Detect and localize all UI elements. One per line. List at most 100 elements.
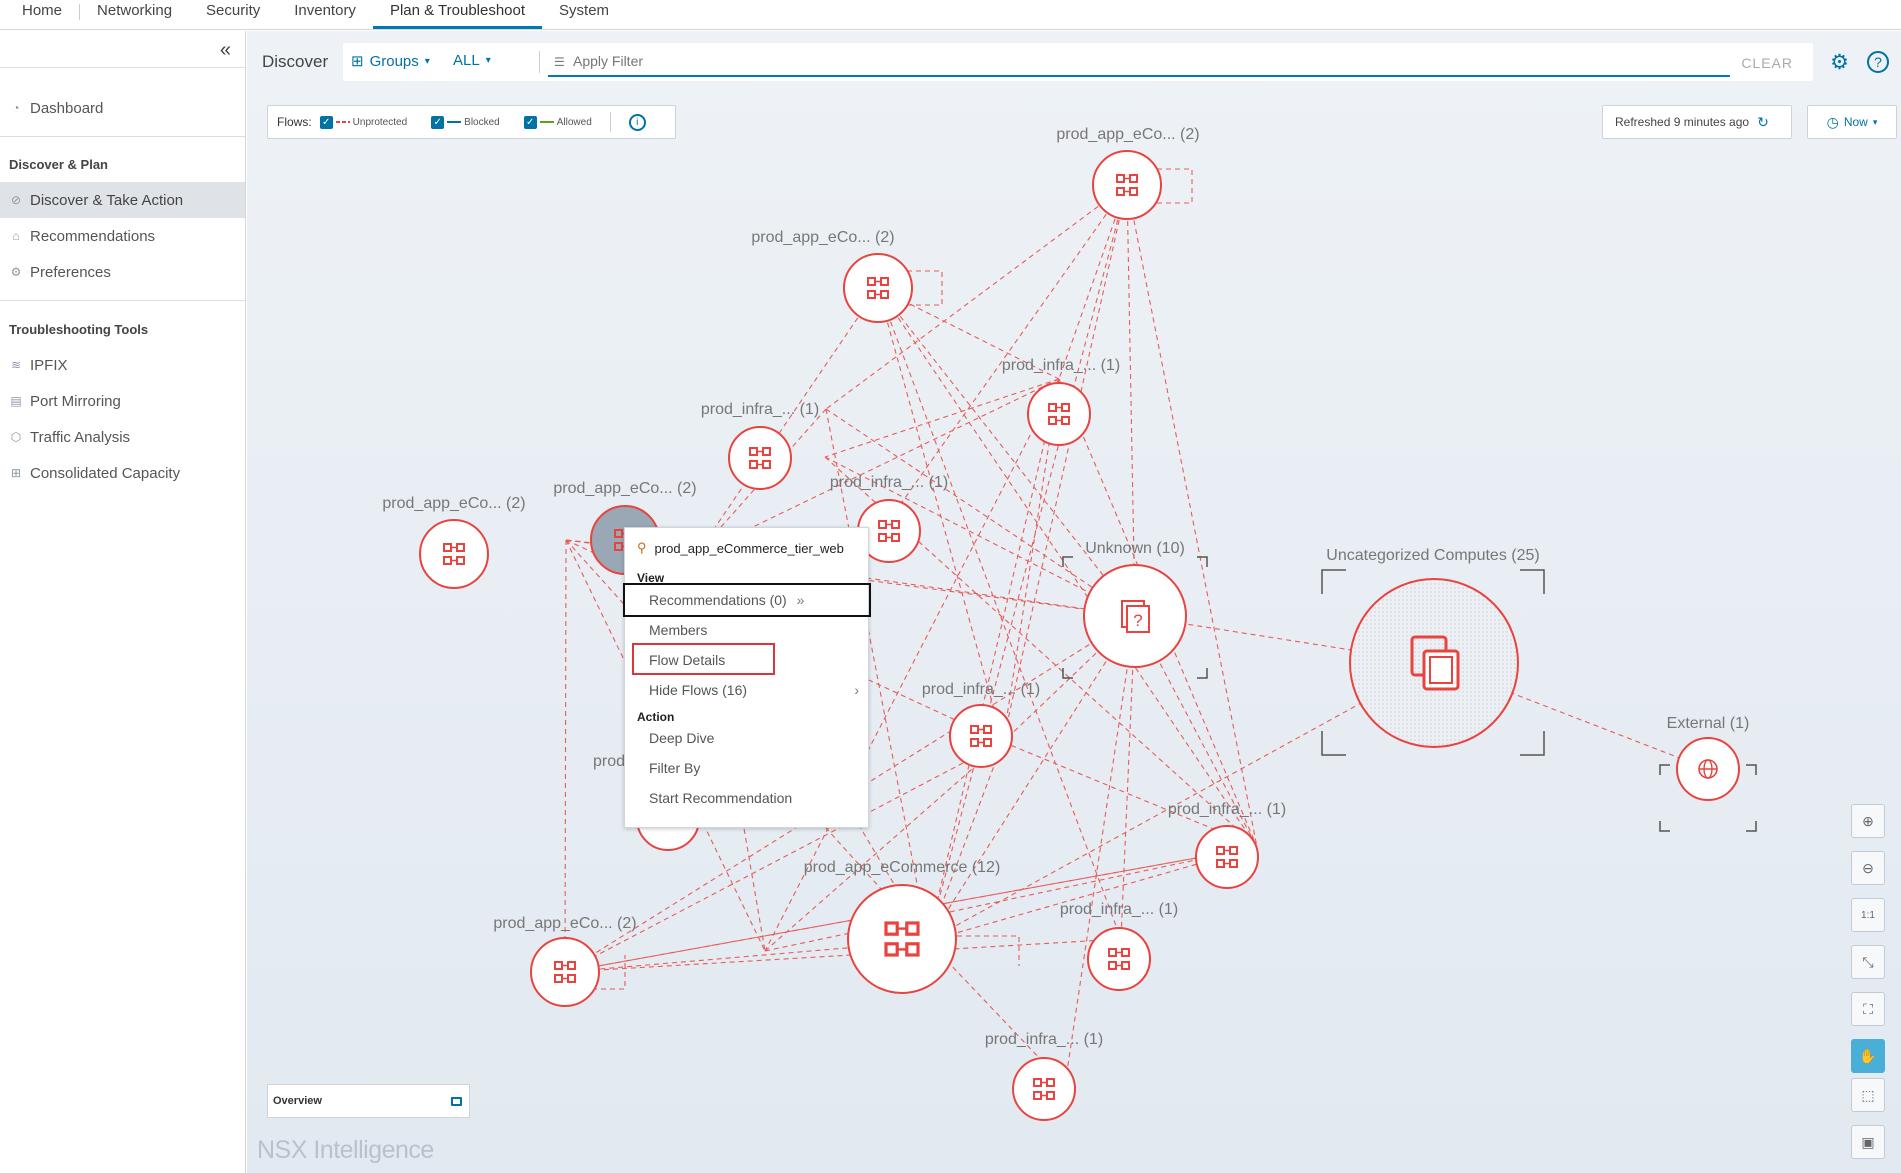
sidebar-item-recommendations[interactable]: ⌂ Recommendations bbox=[0, 218, 245, 254]
blocked-filter[interactable]: ✓ Blocked bbox=[431, 115, 500, 129]
flow-graph[interactable]: ? bbox=[247, 31, 1901, 1173]
tab-inventory[interactable]: Inventory bbox=[277, 0, 373, 29]
group-node-infra-7[interactable] bbox=[1012, 1057, 1076, 1121]
menu-item-filter-by[interactable]: Filter By bbox=[649, 760, 700, 776]
tab-plan-troubleshoot[interactable]: Plan & Troubleshoot bbox=[372, 0, 543, 29]
port-mirroring-icon: ▤ bbox=[10, 394, 22, 408]
group-node-ecommerce[interactable] bbox=[847, 884, 957, 994]
info-icon[interactable]: i bbox=[628, 113, 646, 131]
preferences-icon: ⚙ bbox=[10, 265, 22, 279]
group-node-unknown[interactable]: ? bbox=[1083, 564, 1187, 668]
expand-overview-icon[interactable] bbox=[451, 1097, 462, 1106]
actual-size-icon[interactable]: 1:1 bbox=[1851, 898, 1885, 932]
blocked-label: Blocked bbox=[464, 116, 500, 128]
allowed-label: Allowed bbox=[556, 116, 592, 128]
refresh-icon: ↻ bbox=[1757, 113, 1769, 130]
menu-item-members[interactable]: Members bbox=[649, 622, 707, 638]
checkbox-checked-icon[interactable]: ✓ bbox=[431, 115, 445, 129]
group-node-top[interactable] bbox=[1092, 150, 1162, 220]
node-label: External (1) bbox=[1666, 715, 1750, 732]
flows-legend: Flows: ✓ Unprotected ✓ Blocked ✓ Allowed… bbox=[267, 105, 676, 139]
blocked-line bbox=[447, 121, 462, 123]
sidebar-item-label: Recommendations bbox=[30, 227, 156, 245]
double-chevron-left-icon[interactable]: « bbox=[220, 39, 231, 62]
tab-home[interactable]: Home bbox=[0, 0, 79, 29]
groups-icon: ⊞ bbox=[351, 53, 364, 70]
group-node-left[interactable] bbox=[419, 519, 489, 589]
group-node-uncategorized[interactable] bbox=[1349, 578, 1519, 748]
sidebar-item-discover-take-action[interactable]: ⊘ Discover & Take Action bbox=[0, 182, 245, 218]
menu-item-hide-flows[interactable]: Hide Flows (16) › bbox=[649, 682, 859, 698]
sidebar-item-label: Discover & Take Action bbox=[30, 191, 184, 209]
allowed-filter[interactable]: ✓ Allowed bbox=[523, 115, 592, 129]
select-icon[interactable]: ⬚ bbox=[1851, 1078, 1885, 1112]
sidebar-item-traffic-analysis[interactable]: ⬡ Traffic Analysis bbox=[0, 419, 245, 455]
refresh-button[interactable]: Refreshed 9 minutes ago ↻ bbox=[1602, 105, 1792, 139]
checkbox-checked-icon[interactable]: ✓ bbox=[523, 115, 537, 129]
unprotected-line bbox=[335, 121, 350, 123]
menu-item-start-recommendation[interactable]: Start Recommendation bbox=[649, 790, 792, 806]
legend-divider bbox=[609, 112, 611, 132]
collapse-icon[interactable]: ⤡ bbox=[1851, 945, 1885, 979]
pan-hand-icon[interactable]: ✋ bbox=[1851, 1039, 1885, 1073]
node-label: prod_infra_... (1) bbox=[921, 681, 1041, 698]
sidebar-item-label: Traffic Analysis bbox=[30, 428, 131, 446]
flows-label: Flows: bbox=[277, 115, 312, 129]
discover-icon: ⊘ bbox=[10, 193, 22, 207]
node-label: prod_infra_... (1) bbox=[700, 401, 820, 418]
node-label: prod_app_eCo... (2) bbox=[493, 915, 637, 932]
zoom-in-icon[interactable]: ⊕ bbox=[1851, 804, 1885, 838]
clock-icon: ◷ bbox=[1826, 113, 1839, 130]
node-label: prod_infra_... (1) bbox=[1001, 357, 1121, 374]
sidebar-item-label: Preferences bbox=[30, 263, 111, 281]
group-node-infra-5[interactable] bbox=[1195, 825, 1259, 889]
time-range-dropdown[interactable]: ◷ Now ▾ bbox=[1807, 105, 1897, 139]
filter-input[interactable] bbox=[548, 47, 1730, 77]
screenshot-icon[interactable]: ▣ bbox=[1851, 1125, 1885, 1159]
node-label: Uncategorized Computes (25) bbox=[1326, 547, 1540, 564]
menu-item-flow-details[interactable]: Flow Details bbox=[649, 652, 725, 668]
allowed-line bbox=[539, 121, 554, 123]
groups-dropdown[interactable]: ⊞ Groups ▾ bbox=[351, 52, 430, 71]
filter-bar: ⊞ Groups ▾ ALL ▾ ☰ CLEAR bbox=[343, 43, 1813, 81]
sidebar-item-port-mirroring[interactable]: ▤ Port Mirroring bbox=[0, 383, 245, 419]
tab-networking[interactable]: Networking bbox=[80, 0, 189, 29]
tab-system[interactable]: System bbox=[542, 0, 626, 29]
zoom-out-icon[interactable]: ⊖ bbox=[1851, 851, 1885, 885]
discover-canvas[interactable]: ? prod_app_eCo... (2) prod_app_eCo... (2… bbox=[247, 31, 1901, 1173]
sidebar-item-label: IPFIX bbox=[30, 356, 68, 374]
clear-button[interactable]: CLEAR bbox=[1741, 55, 1793, 71]
group-node-external[interactable] bbox=[1676, 737, 1740, 801]
overview-label: Overview bbox=[273, 1095, 322, 1107]
filter-divider bbox=[539, 51, 540, 73]
node-label: prod_app_eCo... (2) bbox=[751, 229, 895, 246]
menu-item-label: Hide Flows (16) bbox=[649, 682, 748, 698]
group-node-infra-6[interactable] bbox=[1087, 927, 1151, 991]
sidebar-item-label: Dashboard bbox=[30, 99, 104, 117]
checkbox-checked-icon[interactable]: ✓ bbox=[319, 115, 333, 129]
sidebar-item-ipfix[interactable]: ≋ IPFIX bbox=[0, 347, 245, 383]
sidebar-item-dashboard[interactable]: ◔ Dashboard bbox=[0, 90, 245, 126]
unprotected-filter[interactable]: ✓ Unprotected bbox=[319, 115, 407, 129]
fit-to-screen-icon[interactable]: ⛶ bbox=[1851, 992, 1885, 1026]
traffic-analysis-icon: ⬡ bbox=[10, 430, 22, 444]
sidebar-item-preferences[interactable]: ⚙ Preferences bbox=[0, 254, 245, 290]
help-icon[interactable]: ? bbox=[1867, 51, 1889, 73]
action-header: Action bbox=[637, 710, 675, 724]
scope-label: ALL bbox=[453, 52, 480, 69]
overview-panel: Overview bbox=[267, 1084, 470, 1118]
menu-item-deep-dive[interactable]: Deep Dive bbox=[649, 730, 714, 746]
group-node-upper[interactable] bbox=[843, 253, 913, 323]
tab-security[interactable]: Security bbox=[189, 0, 277, 29]
sidebar-item-consolidated-capacity[interactable]: ⊞ Consolidated Capacity bbox=[0, 455, 245, 491]
svg-text:?: ? bbox=[1133, 611, 1142, 630]
group-node-infra-2[interactable] bbox=[728, 426, 792, 490]
groups-label: Groups bbox=[369, 52, 419, 70]
section-heading-discover-plan: Discover & Plan bbox=[9, 157, 108, 172]
gear-icon[interactable]: ⚙ bbox=[1830, 50, 1849, 75]
menu-item-recommendations[interactable]: Recommendations (0) » bbox=[649, 592, 804, 608]
group-node-infra-4[interactable] bbox=[949, 704, 1013, 768]
group-node-bottom-left[interactable] bbox=[530, 937, 600, 1007]
scope-dropdown[interactable]: ALL ▾ bbox=[453, 52, 491, 69]
group-node-infra-1[interactable] bbox=[1027, 382, 1091, 446]
